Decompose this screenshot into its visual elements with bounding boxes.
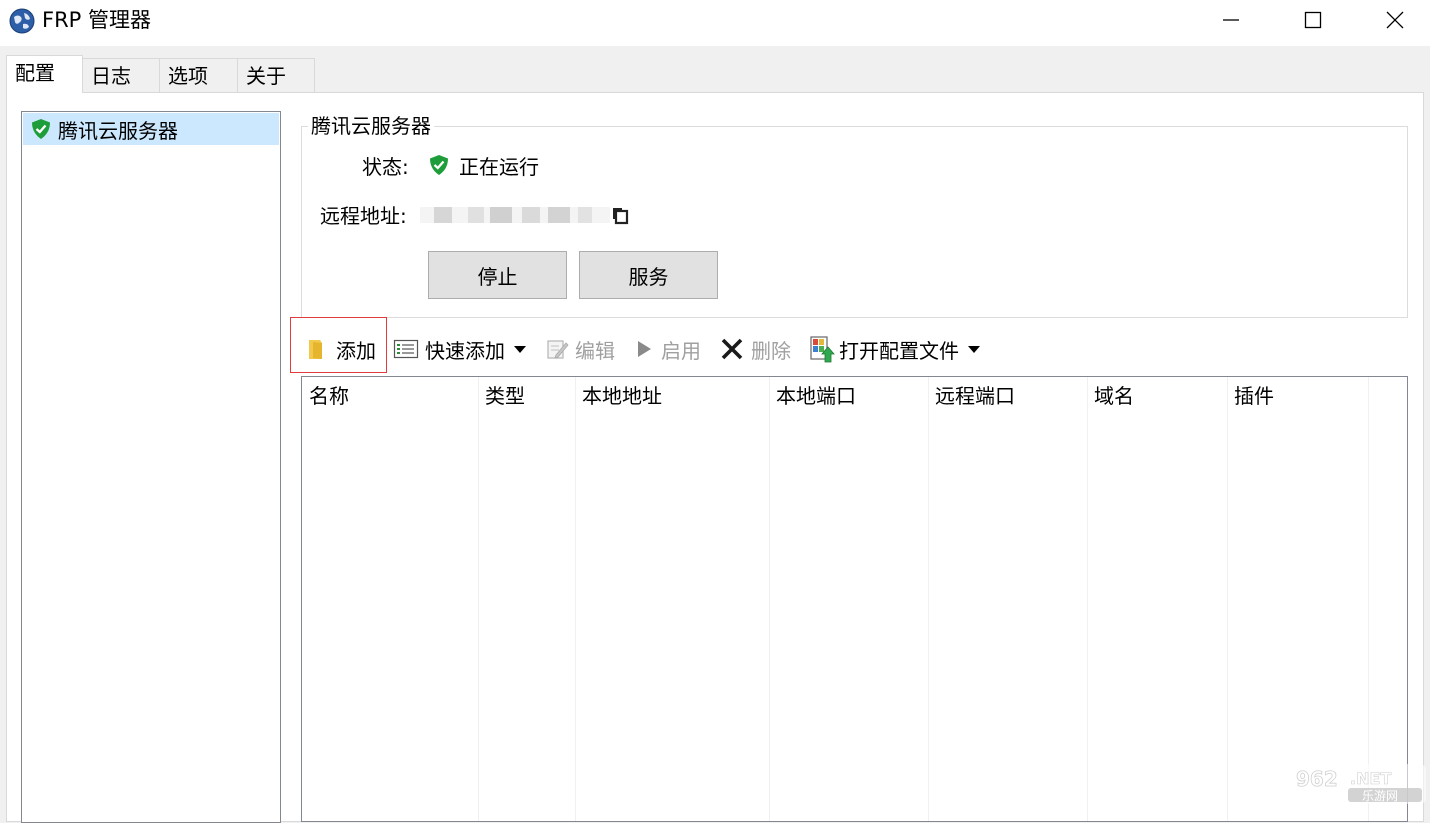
quick-add-label: 快速添加 <box>425 338 505 363</box>
tab-config[interactable]: 配置 <box>6 55 83 93</box>
shield-check-icon <box>32 119 50 139</box>
site-watermark-logo: 962 .NET 乐游网 <box>1290 764 1426 804</box>
delete-label: 删除 <box>751 338 791 363</box>
minimize-icon <box>1223 19 1239 21</box>
column-header-plugin[interactable]: 插件 <box>1227 377 1368 415</box>
caret-down-icon <box>968 346 980 353</box>
column-divider <box>1087 377 1088 821</box>
window-title: FRP 管理器 <box>42 8 152 32</box>
column-divider <box>769 377 770 821</box>
copy-icon[interactable] <box>610 205 630 225</box>
delete-x-icon <box>721 338 743 360</box>
list-icon <box>393 339 419 359</box>
remote-address-redacted <box>420 207 610 223</box>
status-value: 正在运行 <box>459 155 539 179</box>
edit-label: 编辑 <box>575 338 615 363</box>
open-config-file-icon <box>810 336 835 363</box>
open-config-file-label: 打开配置文件 <box>839 338 959 363</box>
column-header-name[interactable]: 名称 <box>302 377 478 415</box>
remote-address-label: 远程地址: <box>320 204 407 228</box>
quick-add-button[interactable]: 快速添加 <box>393 334 527 364</box>
tab-about[interactable]: 关于 <box>237 58 315 92</box>
server-list[interactable]: 腾讯云服务器 <box>21 111 281 823</box>
column-header-domain[interactable]: 域名 <box>1087 377 1227 415</box>
group-title: 腾讯云服务器 <box>308 113 434 139</box>
server-item-label: 腾讯云服务器 <box>58 118 178 143</box>
svg-text:.NET: .NET <box>1350 769 1391 788</box>
column-header-type[interactable]: 类型 <box>478 377 575 415</box>
svg-text:962: 962 <box>1296 767 1338 791</box>
shield-check-icon <box>430 155 448 175</box>
column-header-remote-port[interactable]: 远程端口 <box>928 377 1087 415</box>
proxy-table[interactable]: 名称 类型 本地地址 本地端口 远程端口 域名 插件 <box>301 376 1408 822</box>
minimize-button[interactable] <box>1197 0 1265 40</box>
column-header-local-port[interactable]: 本地端口 <box>769 377 928 415</box>
delete-button[interactable]: 删除 <box>720 334 791 364</box>
edit-button[interactable]: 编辑 <box>545 334 615 364</box>
edit-icon <box>547 340 569 359</box>
maximize-icon <box>1304 11 1322 29</box>
title-bar: FRP 管理器 <box>0 0 1430 46</box>
caret-down-icon <box>514 346 526 353</box>
close-icon <box>1386 11 1404 29</box>
svg-text:乐游网: 乐游网 <box>1362 789 1398 803</box>
play-icon <box>638 341 651 357</box>
folder-icon <box>309 340 322 359</box>
stop-button[interactable]: 停止 <box>428 251 567 299</box>
column-divider <box>575 377 576 821</box>
enable-button[interactable]: 启用 <box>636 334 701 364</box>
maximize-button[interactable] <box>1279 0 1347 40</box>
column-divider <box>478 377 479 821</box>
status-label: 状态: <box>362 155 409 179</box>
tab-options[interactable]: 选项 <box>159 58 238 92</box>
close-button[interactable] <box>1361 0 1429 40</box>
column-divider <box>1368 377 1369 821</box>
column-divider <box>1227 377 1228 821</box>
tab-log[interactable]: 日志 <box>82 58 160 92</box>
add-label: 添加 <box>336 338 376 363</box>
open-config-file-button[interactable]: 打开配置文件 <box>809 334 981 364</box>
server-list-item[interactable]: 腾讯云服务器 <box>23 113 279 145</box>
globe-app-icon <box>9 8 35 34</box>
add-button[interactable]: 添加 <box>306 334 376 364</box>
column-divider <box>928 377 929 821</box>
service-button[interactable]: 服务 <box>579 251 718 299</box>
column-header-local-address[interactable]: 本地地址 <box>575 377 769 415</box>
enable-label: 启用 <box>661 338 701 363</box>
